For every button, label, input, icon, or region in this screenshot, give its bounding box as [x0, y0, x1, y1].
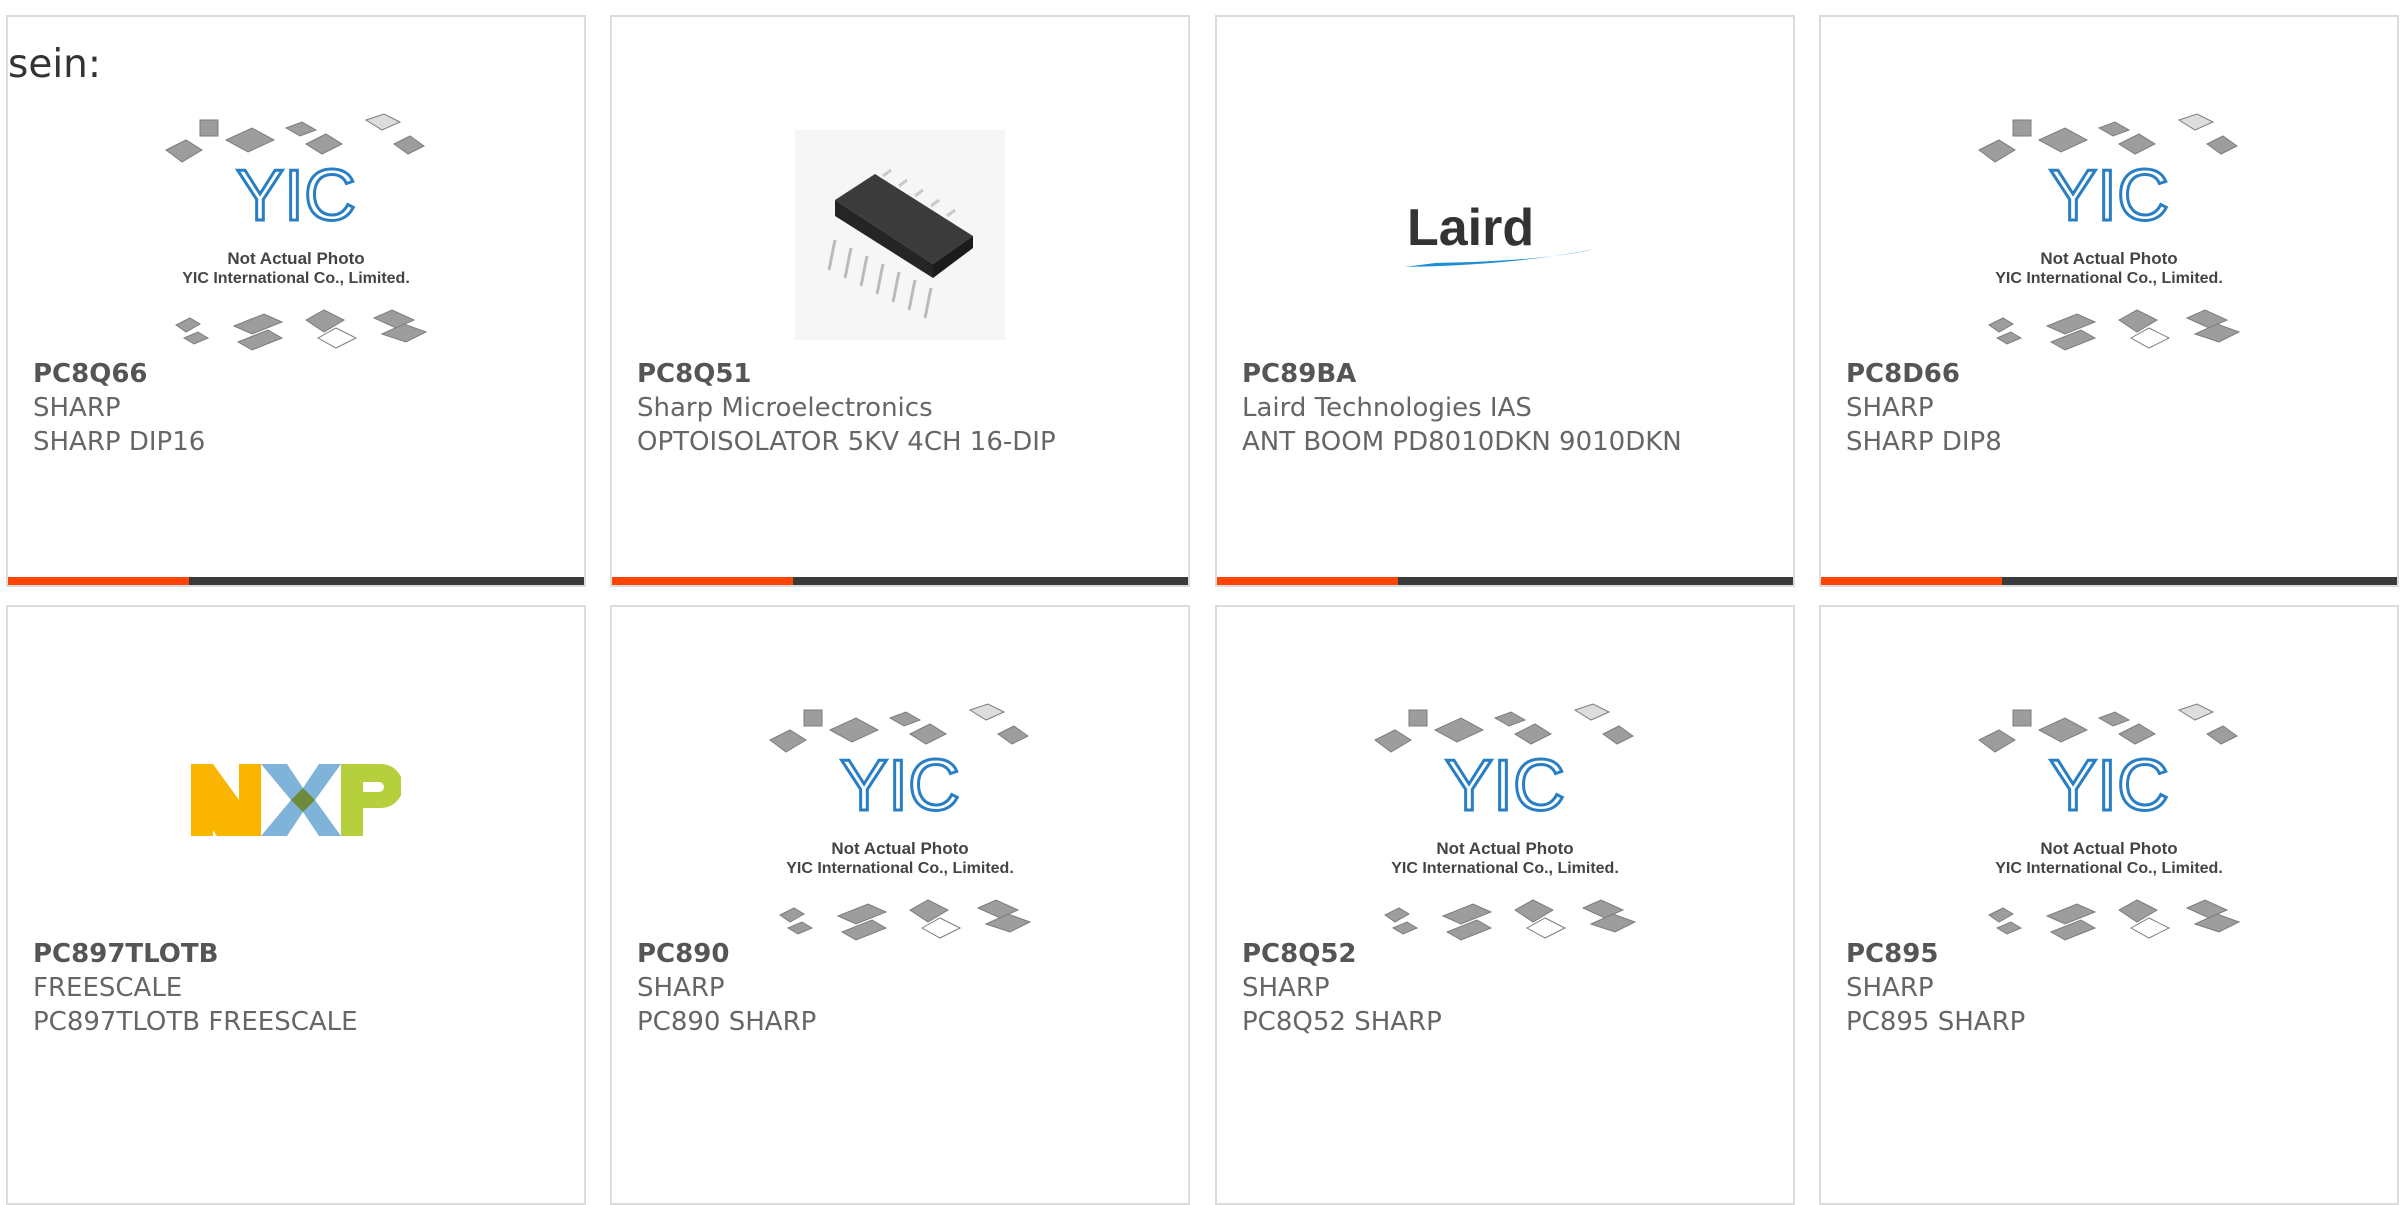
manufacturer: FREESCALE	[33, 973, 183, 1003]
svg-text:Not Actual Photo: Not Actual Photo	[2040, 839, 2177, 858]
part-number[interactable]: PC8D66	[1846, 357, 2002, 391]
svg-text:YIC International Co., Limited: YIC International Co., Limited.	[182, 270, 410, 287]
card-bottom-bar	[612, 577, 1188, 585]
description: PC895 SHARP	[1846, 1007, 2026, 1037]
product-card-pc8q66[interactable]: YIC Not Actual Photo YIC International C…	[6, 15, 586, 587]
description: PC897TLOTB FREESCALE	[33, 1007, 358, 1037]
product-card-pc895[interactable]: YIC Not Actual Photo YIC International C…	[1819, 605, 2399, 1205]
svg-text:Not Actual Photo: Not Actual Photo	[831, 839, 968, 858]
part-number[interactable]: PC89BA	[1242, 357, 1682, 391]
manufacturer: SHARP	[1242, 973, 1330, 1003]
svg-text:YIC International Co., Limited: YIC International Co., Limited.	[1995, 270, 2223, 287]
laird-logo: Laird	[1217, 102, 1793, 367]
part-number[interactable]: PC8Q52	[1242, 937, 1442, 971]
manufacturer: SHARP	[1846, 973, 1934, 1003]
product-card-pc897tlotb[interactable]: PC897TLOTB FREESCALE PC897TLOTB FREESCAL…	[6, 605, 586, 1205]
product-photo-dip-chip	[612, 102, 1188, 367]
manufacturer: Sharp Microelectronics	[637, 393, 933, 423]
manufacturer: SHARP	[1846, 393, 1934, 423]
part-number[interactable]: PC8Q51	[637, 357, 1056, 391]
yic-brand-watermark: YIC	[236, 156, 356, 236]
description: ANT BOOM PD8010DKN 9010DKN	[1242, 427, 1682, 457]
product-card-pc89ba[interactable]: Laird PC89BA Laird Technologies IAS ANT …	[1215, 15, 1795, 587]
svg-text:Not Actual Photo: Not Actual Photo	[227, 249, 364, 268]
description: SHARP DIP8	[1846, 427, 2002, 457]
part-number[interactable]: PC897TLOTB	[33, 937, 358, 971]
product-card-pc8d66[interactable]: YIC Not Actual Photo YIC International C…	[1819, 15, 2399, 587]
not-actual-photo-placeholder: YIC Not Actual Photo YIC International C…	[612, 692, 1188, 957]
not-actual-photo-placeholder: YIC Not Actual Photo YIC International C…	[1821, 102, 2397, 367]
manufacturer: Laird Technologies IAS	[1242, 393, 1532, 423]
product-card-pc8q51[interactable]: PC8Q51 Sharp Microelectronics OPTOISOLAT…	[610, 15, 1190, 587]
card-bottom-bar	[1217, 577, 1793, 585]
svg-text:Not Actual Photo: Not Actual Photo	[2040, 249, 2177, 268]
not-actual-photo-placeholder: YIC Not Actual Photo YIC International C…	[1217, 692, 1793, 957]
yic-brand-watermark: YIC	[1445, 746, 1565, 826]
part-number[interactable]: PC8Q66	[33, 357, 205, 391]
nxp-logo	[8, 667, 584, 932]
svg-text:Not Actual Photo: Not Actual Photo	[1436, 839, 1573, 858]
svg-text:YIC International Co., Limited: YIC International Co., Limited.	[1995, 860, 2223, 877]
yic-brand-watermark: YIC	[2049, 746, 2169, 826]
part-number[interactable]: PC895	[1846, 937, 2025, 971]
product-card-pc8q52[interactable]: YIC Not Actual Photo YIC International C…	[1215, 605, 1795, 1205]
card-bottom-bar	[1821, 577, 2397, 585]
not-actual-photo-placeholder: YIC Not Actual Photo YIC International C…	[8, 102, 584, 367]
description: OPTOISOLATOR 5KV 4CH 16-DIP	[637, 427, 1056, 457]
description: PC890 SHARP	[637, 1007, 817, 1037]
card-bottom-bar	[8, 577, 584, 585]
svg-text:YIC International Co., Limited: YIC International Co., Limited.	[1391, 860, 1619, 877]
manufacturer: SHARP	[637, 973, 725, 1003]
svg-text:Laird: Laird	[1407, 199, 1534, 257]
product-card-pc890[interactable]: YIC Not Actual Photo YIC International C…	[610, 605, 1190, 1205]
yic-brand-watermark: YIC	[2049, 156, 2169, 236]
intro-text: sein:	[8, 42, 102, 87]
description: SHARP DIP16	[33, 427, 206, 457]
manufacturer: SHARP	[33, 393, 121, 423]
yic-brand-watermark: YIC	[840, 746, 960, 826]
not-actual-photo-placeholder: YIC Not Actual Photo YIC International C…	[1821, 692, 2397, 957]
description: PC8Q52 SHARP	[1242, 1007, 1442, 1037]
part-number[interactable]: PC890	[637, 937, 816, 971]
svg-text:YIC International Co., Limited: YIC International Co., Limited.	[786, 860, 1014, 877]
